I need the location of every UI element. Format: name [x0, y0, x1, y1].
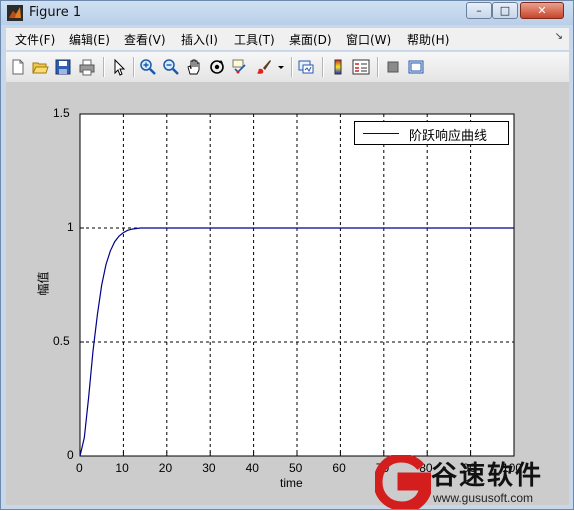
x-tick-label: 60: [332, 461, 346, 475]
legend-line-swatch: [363, 133, 399, 134]
x-tick-label: 40: [245, 461, 259, 475]
plot-axes[interactable]: [1, 1, 574, 511]
x-tick-label: 50: [289, 461, 303, 475]
x-tick-label: 0: [76, 461, 83, 475]
gususoft-logo-icon: [375, 455, 431, 509]
y-tick-label: 1: [67, 220, 74, 234]
watermark: 谷速软件 www.gususoft.com: [375, 453, 574, 511]
y-tick-label: 1.5: [53, 106, 70, 120]
watermark-name: 谷速软件: [431, 461, 544, 491]
y-tick-label: 0: [67, 448, 74, 462]
x-tick-label: 10: [115, 461, 129, 475]
watermark-url: www.gususoft.com: [433, 491, 534, 505]
x-tick-label: 30: [202, 461, 216, 475]
legend-series-name: 阶跃响应曲线: [409, 129, 488, 144]
y-axis-label: 幅值: [36, 271, 51, 296]
figure-window: Figure 1 – □ ✕ 文件(F) 编辑(E) 查看(V) 插入(I) 工…: [0, 0, 574, 510]
chart-legend[interactable]: 阶跃响应曲线: [354, 121, 509, 145]
x-tick-label: 20: [158, 461, 173, 475]
x-axis-label: time: [280, 476, 303, 490]
y-tick-label: 0.5: [53, 334, 70, 348]
